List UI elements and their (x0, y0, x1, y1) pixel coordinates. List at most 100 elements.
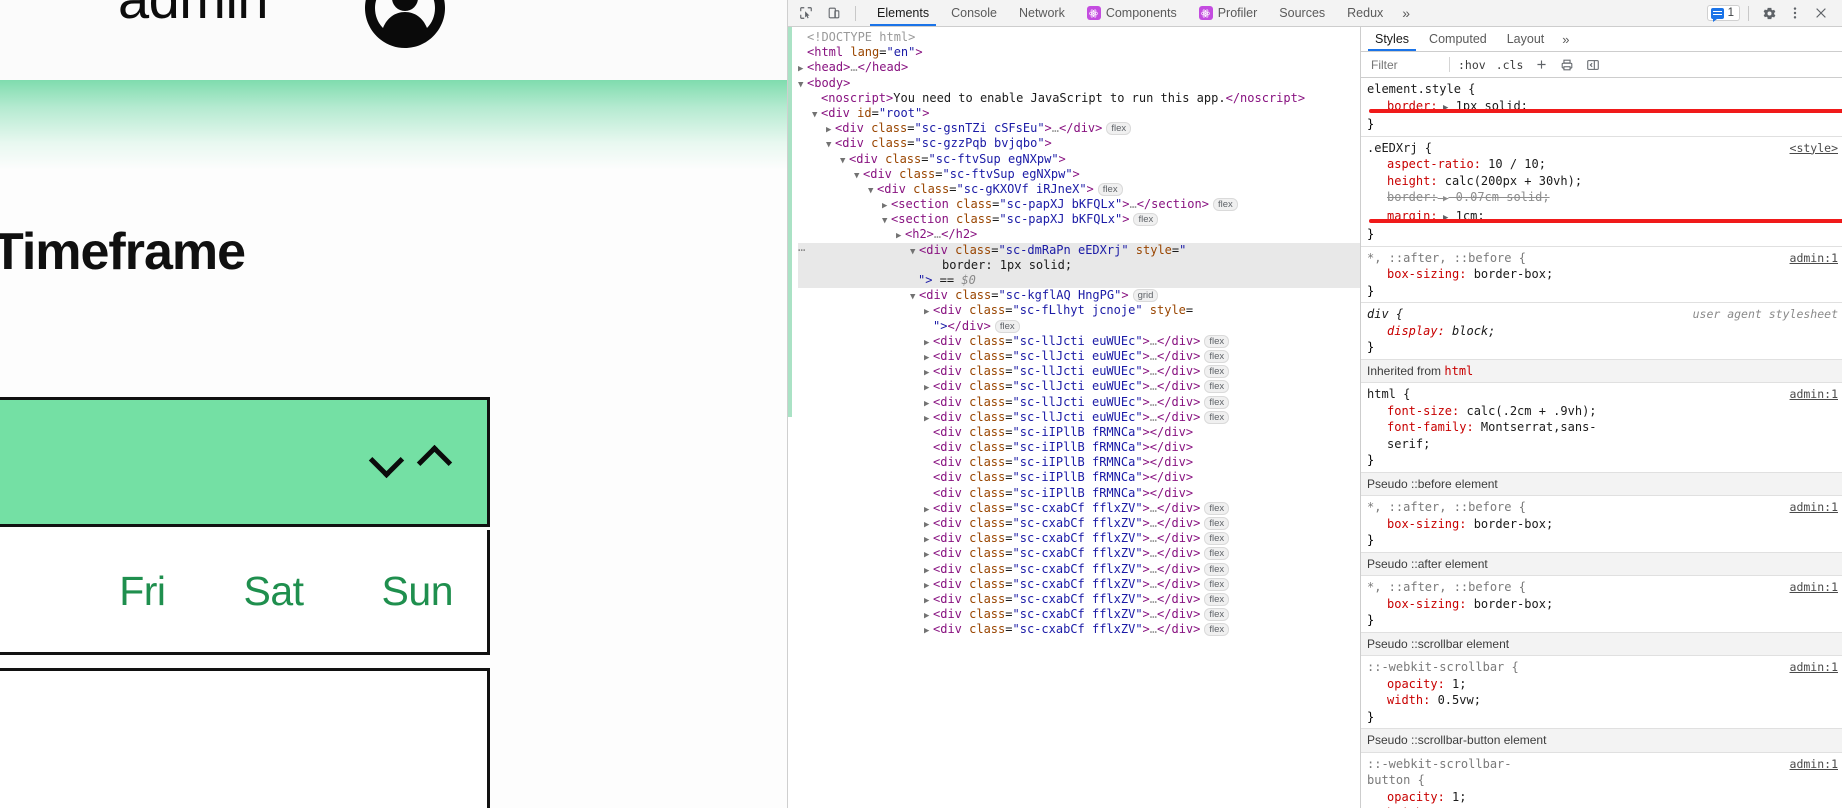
toggle-print-media-icon[interactable] (1557, 55, 1577, 75)
dom-tree-panel[interactable]: <!DOCTYPE html> <html lang="en"> ▶ <head>…… (788, 27, 1360, 808)
css-value[interactable]: border-box; (1466, 517, 1553, 531)
dom-node-row[interactable]: ▶ <div class="sc-llJcti euWUEc">…</div> fl… (798, 379, 1360, 394)
gear-icon[interactable] (1757, 2, 1781, 24)
css-selector[interactable]: ::-webkit-scrollbar { (1367, 660, 1519, 674)
selected-timeframe-box[interactable] (0, 397, 490, 527)
css-rule-origin[interactable]: user agent stylesheet (1693, 306, 1838, 323)
dom-node-row[interactable]: ▶ <div class="sc-llJcti euWUEc">…</div> fl… (798, 410, 1360, 425)
css-value[interactable]: border-box; (1466, 597, 1553, 611)
display-type-badge[interactable]: flex (1204, 623, 1230, 637)
dom-node-row[interactable]: <!DOCTYPE html> (798, 30, 1360, 45)
close-icon[interactable] (1809, 2, 1833, 24)
tab-network[interactable]: Network (1008, 0, 1076, 26)
tab-redux[interactable]: Redux (1336, 0, 1394, 26)
css-declaration[interactable]: font-family: Montserrat,sans- (1367, 419, 1842, 436)
css-property[interactable]: font-size: (1387, 404, 1459, 418)
kebab-menu-icon[interactable] (1783, 2, 1807, 24)
css-rule-origin[interactable]: admin:1 (1790, 579, 1838, 596)
dom-node-row[interactable]: ▶ <div class="sc-cxabCf fflxZV">…</div> fl… (798, 607, 1360, 622)
css-property[interactable]: width: (1387, 693, 1430, 707)
dom-node-row[interactable]: <html lang="en"> (798, 45, 1360, 60)
dom-node-row[interactable]: ▶ <div class="sc-cxabCf fflxZV">…</div> fl… (798, 546, 1360, 561)
css-declaration[interactable]: height: calc(200px + 30vh); (1367, 173, 1842, 190)
css-value[interactable]: 10 / 10; (1481, 157, 1546, 171)
css-selector[interactable]: .eEDXrj { (1367, 141, 1432, 155)
css-declaration[interactable]: box-sizing: border-box; (1367, 266, 1842, 283)
computed-sidebar-icon[interactable] (1583, 55, 1603, 75)
dom-node-row[interactable]: ▶ <div class="sc-llJcti euWUEc">…</div> fl… (798, 349, 1360, 364)
styles-more-tabs-button[interactable]: » (1554, 27, 1577, 51)
dom-node-row[interactable]: ▶ <div class="sc-llJcti euWUEc">…</div> fl… (798, 334, 1360, 349)
expand-triangle-closed-icon[interactable]: ▶ (924, 624, 933, 639)
css-selector[interactable]: *, ::after, ::before { (1367, 580, 1526, 594)
css-declaration[interactable]: box-sizing: border-box; (1367, 596, 1842, 613)
css-selector[interactable]: ::-webkit-scrollbar- (1367, 757, 1512, 771)
css-declaration[interactable]: width: 0.5vw; (1367, 692, 1842, 709)
display-type-badge[interactable]: flex (1133, 213, 1159, 227)
dom-node-row[interactable]: ▶ <h2>…</h2> (798, 227, 1360, 242)
css-selector[interactable]: div { (1367, 307, 1403, 321)
display-type-badge[interactable]: flex (1204, 562, 1230, 576)
day-label-sat[interactable]: Sat (244, 568, 305, 615)
dom-node-row[interactable]: ▶ <head>…</head> (798, 60, 1360, 75)
css-value[interactable]: 0.07cm solid; (1448, 190, 1550, 204)
hov-toggle-button[interactable]: :hov (1456, 58, 1488, 72)
dom-node-row[interactable]: ▼ <div class="sc-ftvSup egNXpw"> (798, 152, 1360, 167)
css-property[interactable]: opacity: (1387, 790, 1445, 804)
dom-node-row[interactable]: ▶ <div class="sc-cxabCf fflxZV">…</div> fl… (798, 531, 1360, 546)
display-type-badge[interactable]: grid (1132, 289, 1159, 303)
css-property[interactable]: opacity: (1387, 677, 1445, 691)
display-type-badge[interactable]: flex (1106, 122, 1132, 136)
tab-computed[interactable]: Computed (1419, 27, 1497, 51)
display-type-badge[interactable]: flex (1204, 349, 1230, 363)
css-declaration[interactable]: box-sizing: border-box; (1367, 516, 1842, 533)
css-value[interactable]: calc(200px + 30vh); (1438, 174, 1582, 188)
css-value[interactable]: 1; (1445, 677, 1466, 691)
display-type-badge[interactable]: flex (1204, 577, 1230, 591)
css-declaration[interactable]: opacity: 1; (1367, 676, 1842, 693)
css-selector[interactable]: html { (1367, 387, 1410, 401)
display-type-badge[interactable]: flex (1097, 182, 1123, 196)
dom-node-row[interactable]: <noscript>You need to enable JavaScript … (798, 91, 1360, 106)
dom-node-row[interactable]: ▼ <div class="sc-kgflAQ HngPG"> grid (798, 288, 1360, 303)
tab-elements[interactable]: Elements (866, 0, 940, 26)
css-rule-origin[interactable]: admin:1 (1790, 756, 1838, 773)
css-value[interactable]: calc(.2cm + .9vh); (1459, 404, 1596, 418)
dom-node-row[interactable]: ▶ <div class="sc-cxabCf fflxZV">…</div> fl… (798, 562, 1360, 577)
css-declaration[interactable]: border: ▶ 0.07cm solid; (1367, 189, 1842, 208)
dom-node-row[interactable]: ▶ <div class="sc-cxabCf fflxZV">…</div> fl… (798, 577, 1360, 592)
dom-node-row[interactable]: <div class="sc-iIPllB fRMNCa"></div> (798, 425, 1360, 440)
styles-filter-input[interactable] (1369, 56, 1443, 73)
dom-node-row[interactable]: ▶ <div class="sc-gsnTZi cSFsEu">…</div> fl… (798, 121, 1360, 136)
dom-node-row-end[interactable]: "> == $0 (798, 273, 1360, 288)
dom-node-row[interactable]: ▼ <section class="sc-papXJ bKFQLx"> flex (798, 212, 1360, 227)
expand-shorthand-icon[interactable]: ▶ (1438, 194, 1448, 204)
css-rule-origin[interactable]: <style> (1790, 140, 1838, 157)
display-type-badge[interactable]: flex (994, 319, 1020, 333)
css-declaration[interactable]: serif; (1367, 436, 1842, 453)
dom-node-row[interactable]: <div class="sc-iIPllB fRMNCa"></div> (798, 486, 1360, 501)
dom-node-row[interactable]: ▶ <div class="sc-cxabCf fflxZV">…</div> fl… (798, 501, 1360, 516)
dom-node-row[interactable]: ▶ <div class="sc-llJcti euWUEc">…</div> fl… (798, 395, 1360, 410)
dom-node-row[interactable]: <div class="sc-iIPllB fRMNCa"></div> (798, 440, 1360, 455)
css-value[interactable]: 0.5vw; (1430, 693, 1481, 707)
day-label-sun[interactable]: Sun (382, 568, 454, 615)
css-rule-origin[interactable]: admin:1 (1790, 386, 1838, 403)
css-value[interactable]: border-box; (1466, 267, 1553, 281)
display-type-badge[interactable]: flex (1204, 334, 1230, 348)
css-selector[interactable]: *, ::after, ::before { (1367, 251, 1526, 265)
dom-node-row[interactable]: <div class="sc-iIPllB fRMNCa"></div> (798, 455, 1360, 470)
css-declaration[interactable]: display: block; (1367, 323, 1842, 340)
dom-node-row[interactable]: ▼ <div class="sc-dmRaPn eEDXrj" style=" (798, 243, 1360, 258)
dom-selected-node[interactable]: ⋯ ▼ <div class="sc-dmRaPn eEDXrj" style=" b… (798, 242, 1360, 289)
css-declaration[interactable]: margin: ▶ 1cm; (1367, 208, 1842, 227)
css-property[interactable]: box-sizing: (1387, 267, 1466, 281)
dom-node-row[interactable]: ▼ <div class="sc-gzzPqb bvjqbo"> (798, 136, 1360, 151)
css-property[interactable]: font-family: (1387, 420, 1474, 434)
display-type-badge[interactable]: flex (1204, 592, 1230, 606)
dom-node-row[interactable]: ▶ <div class="sc-cxabCf fflxZV">…</div> fl… (798, 622, 1360, 637)
chevron-down-icon[interactable] (369, 446, 403, 468)
tab-console[interactable]: Console (940, 0, 1008, 26)
dom-node-row[interactable]: ▼ <div class="sc-ftvSup egNXpw"> (798, 167, 1360, 182)
css-declaration[interactable]: aspect-ratio: 10 / 10; (1367, 156, 1842, 173)
